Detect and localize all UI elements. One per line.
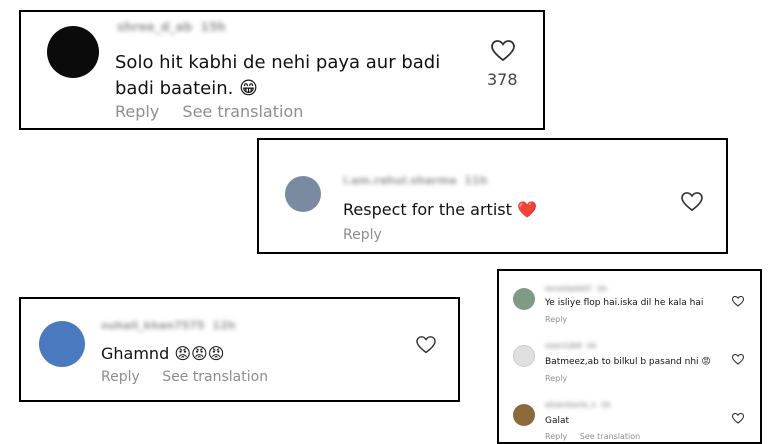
comment-text: Ye isliye flop hai.iska dil he kala hai bbox=[545, 298, 704, 308]
reply-button[interactable]: Reply bbox=[545, 315, 567, 324]
grin-emoji: 😁 bbox=[239, 78, 258, 99]
heart-outline-icon[interactable] bbox=[732, 296, 744, 307]
comment-text: Respect for the artist ❤️ bbox=[343, 200, 537, 219]
comment-username[interactable]: mrvelanh07 1h bbox=[545, 285, 607, 293]
heart-outline-icon[interactable] bbox=[732, 413, 744, 424]
angry-face-emoji: 😡 bbox=[701, 357, 711, 367]
comment-actions: Reply See translation bbox=[101, 369, 286, 385]
like-count: 378 bbox=[487, 70, 518, 89]
avatar[interactable] bbox=[513, 345, 535, 367]
comment-card-2: i.am.rahul.sharma 11h Respect for the ar… bbox=[257, 138, 728, 254]
comment-username[interactable]: user12k8 1h bbox=[545, 342, 596, 350]
heart-outline-icon[interactable] bbox=[491, 40, 515, 62]
comment-username[interactable]: suhail_khan7575 12h bbox=[101, 319, 236, 332]
comment-text: Batmeez,ab to bilkul b pasand nhi 😡 bbox=[545, 357, 711, 367]
avatar[interactable] bbox=[39, 321, 85, 367]
see-translation-button[interactable]: See translation bbox=[580, 432, 640, 441]
comment-card-1: shree_d_ab 15h Solo hit kabhi de nehi pa… bbox=[19, 10, 545, 130]
avatar[interactable] bbox=[47, 26, 99, 78]
heart-outline-icon[interactable] bbox=[681, 192, 703, 212]
reply-button[interactable]: Reply bbox=[545, 374, 567, 383]
comment-username[interactable]: shree_d_ab 15h bbox=[117, 20, 226, 34]
comment-text: Ghamnd 😡😡😡 bbox=[101, 344, 225, 363]
comment-list-card: mrvelanh07 1h Ye isliye flop hai.iska di… bbox=[497, 269, 762, 444]
heart-outline-icon[interactable] bbox=[416, 336, 436, 354]
comment-username[interactable]: alvaroiurio_v 1h bbox=[545, 401, 611, 409]
comment-text-line-2: badi baatein. 😁 bbox=[115, 76, 440, 102]
reply-button[interactable]: Reply bbox=[545, 432, 567, 441]
reply-button[interactable]: Reply bbox=[101, 369, 140, 385]
reply-button[interactable]: Reply bbox=[343, 227, 382, 243]
angry-face-emoji: 😡😡😡 bbox=[174, 344, 225, 363]
comment-text: Galat bbox=[545, 416, 570, 426]
see-translation-button[interactable]: See translation bbox=[182, 102, 303, 121]
see-translation-button[interactable]: See translation bbox=[162, 369, 268, 385]
comment-actions: Reply See translation bbox=[115, 102, 321, 121]
comment-text-line-1: Solo hit kabhi de nehi paya aur badi bbox=[115, 52, 441, 73]
comment-username[interactable]: i.am.rahul.sharma 11h bbox=[343, 174, 487, 187]
avatar[interactable] bbox=[513, 404, 535, 426]
avatar[interactable] bbox=[513, 288, 535, 310]
comment-text: Solo hit kabhi de nehi paya aur badi bad… bbox=[115, 50, 440, 102]
reply-button[interactable]: Reply bbox=[115, 102, 159, 121]
avatar[interactable] bbox=[285, 176, 321, 212]
comment-actions: Reply See translation bbox=[545, 432, 658, 441]
red-heart-emoji: ❤️ bbox=[516, 200, 537, 219]
comment-card-3: suhail_khan7575 12h Ghamnd 😡😡😡 Reply See… bbox=[19, 297, 460, 402]
comment-actions: Reply bbox=[343, 227, 400, 243]
heart-outline-icon[interactable] bbox=[732, 354, 744, 365]
